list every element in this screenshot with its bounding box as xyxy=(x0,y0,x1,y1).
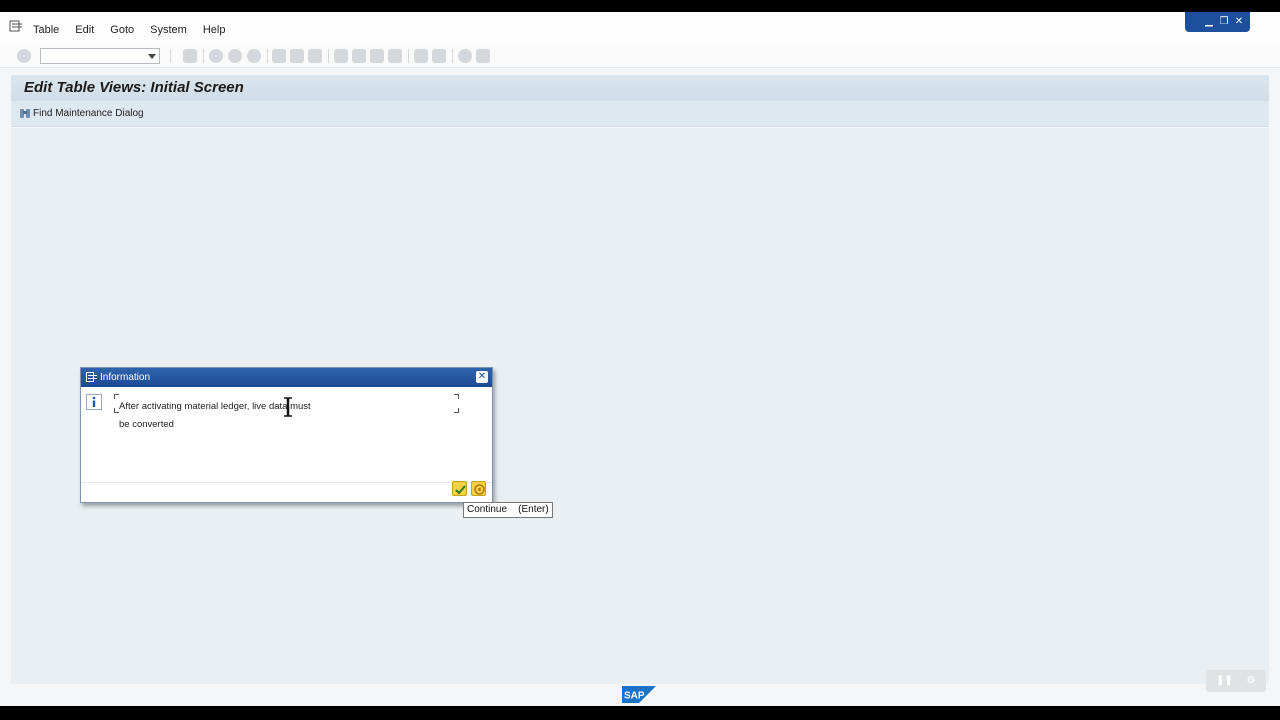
print-icon[interactable] xyxy=(272,49,286,63)
information-dialog: Information ✕ After activating material … xyxy=(80,367,493,503)
continue-button[interactable] xyxy=(452,481,467,496)
close-icon[interactable]: ✕ xyxy=(476,371,488,383)
save-icon[interactable] xyxy=(183,49,197,63)
checkmark-icon xyxy=(455,485,466,495)
svg-text:SAP: SAP xyxy=(624,691,645,702)
find-next-icon[interactable] xyxy=(308,49,322,63)
binoculars-icon xyxy=(20,109,30,118)
toolbar-separator xyxy=(328,49,329,63)
menu-item-system[interactable]: System xyxy=(150,24,187,36)
minimize-icon[interactable]: ▁ xyxy=(1204,17,1214,27)
dialog-title-bar: Information ✕ xyxy=(81,368,492,387)
dialog-message-line: be converted xyxy=(119,419,174,430)
menu-icon[interactable] xyxy=(9,20,23,32)
menu-item-table[interactable]: Table xyxy=(33,24,59,36)
toolbar-separator xyxy=(170,49,171,63)
status-controls: ❚❚ ⚙ xyxy=(1206,670,1266,692)
help-toolbar-icon[interactable] xyxy=(458,49,472,63)
restore-icon[interactable]: ❐ xyxy=(1219,17,1229,27)
sap-logo: SAP xyxy=(622,686,656,703)
text-frame-corner xyxy=(454,408,459,413)
menu-bar: Table Edit Goto System Help xyxy=(0,12,1280,44)
new-session-icon[interactable] xyxy=(414,49,428,63)
text-frame-corner xyxy=(454,394,459,399)
window-controls: ▁ ❐ ✕ xyxy=(1185,12,1250,32)
next-page-icon[interactable] xyxy=(370,49,384,63)
dialog-message-line: After activating material ledger, live d… xyxy=(119,401,311,412)
help-icon xyxy=(474,484,485,495)
layout-icon[interactable] xyxy=(476,49,490,63)
system-toolbar xyxy=(0,44,1280,68)
exit-icon[interactable] xyxy=(228,49,242,63)
shortcut-icon[interactable] xyxy=(432,49,446,63)
continue-tooltip: Continue (Enter) xyxy=(463,502,553,518)
title-bar: Edit Table Views: Initial Screen xyxy=(11,75,1269,101)
text-cursor-icon xyxy=(284,397,292,417)
command-field[interactable] xyxy=(40,48,160,64)
page-title: Edit Table Views: Initial Screen xyxy=(24,79,244,96)
help-button[interactable] xyxy=(471,481,486,496)
dialog-title: Information xyxy=(100,372,151,383)
first-page-icon[interactable] xyxy=(334,49,348,63)
application-toolbar: Find Maintenance Dialog xyxy=(11,101,1269,127)
last-page-icon[interactable] xyxy=(388,49,402,63)
enter-icon[interactable] xyxy=(17,49,31,63)
settings-icon[interactable]: ⚙ xyxy=(1246,676,1256,686)
chevron-down-icon[interactable] xyxy=(148,54,156,59)
info-icon xyxy=(86,394,102,410)
toolbar-separator xyxy=(203,49,204,63)
find-icon[interactable] xyxy=(290,49,304,63)
toolbar-separator xyxy=(452,49,453,63)
dialog-menu-icon[interactable] xyxy=(86,372,97,382)
dialog-footer-divider xyxy=(81,482,492,483)
toolbar-separator xyxy=(267,49,268,63)
screen-top-border xyxy=(0,0,1280,12)
menu-item-help[interactable]: Help xyxy=(203,24,226,36)
pause-icon[interactable]: ❚❚ xyxy=(1216,676,1233,686)
menu-item-goto[interactable]: Goto xyxy=(110,24,134,36)
find-maintenance-dialog-button[interactable]: Find Maintenance Dialog xyxy=(19,107,144,120)
screen-bottom-border xyxy=(0,706,1280,720)
back-icon[interactable] xyxy=(209,49,223,63)
find-maintenance-dialog-label: Find Maintenance Dialog xyxy=(33,108,144,119)
close-window-icon[interactable]: ✕ xyxy=(1234,17,1244,27)
menu-item-edit[interactable]: Edit xyxy=(75,24,94,36)
cancel-icon[interactable] xyxy=(247,49,261,63)
dialog-message: After activating material ledger, live d… xyxy=(119,398,339,434)
menu-items: Table Edit Goto System Help xyxy=(33,24,241,36)
previous-page-icon[interactable] xyxy=(352,49,366,63)
toolbar-separator xyxy=(408,49,409,63)
